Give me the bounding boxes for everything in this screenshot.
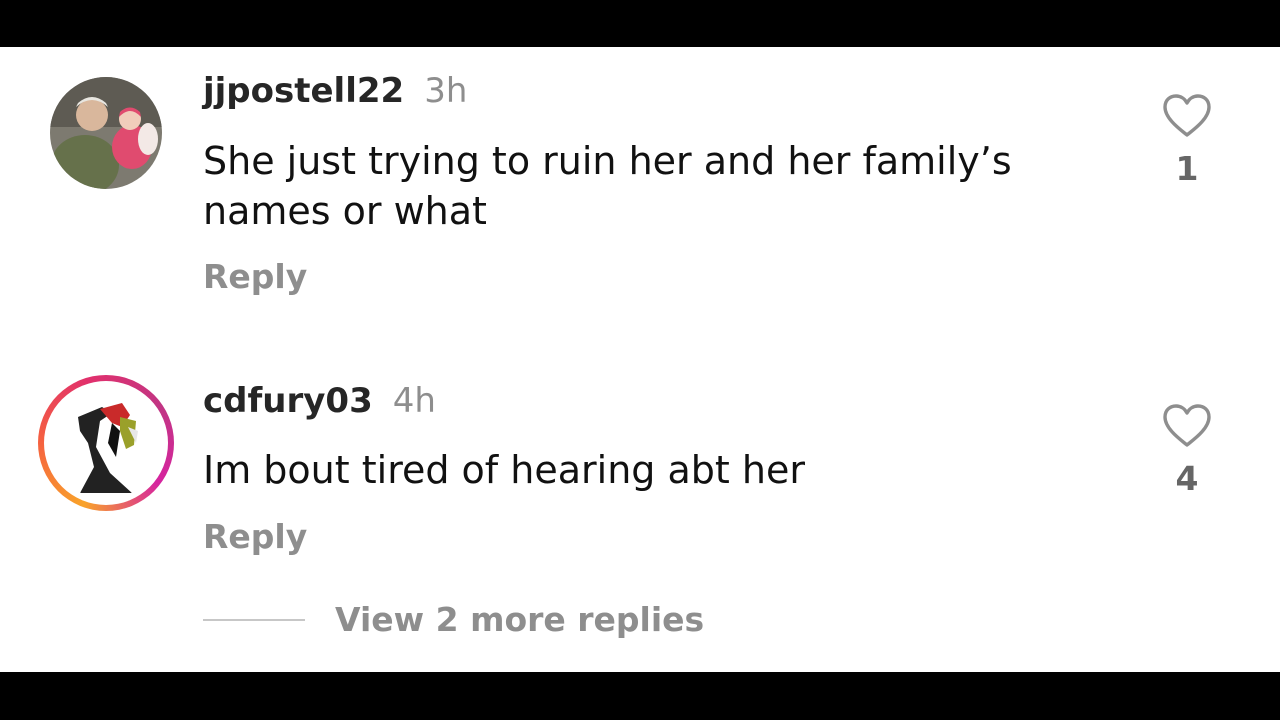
- avatar-border: [44, 381, 168, 505]
- view-more-replies-label[interactable]: View 2 more replies: [335, 600, 704, 639]
- comment-header: cdfury03 4h: [203, 381, 436, 421]
- reply-button[interactable]: Reply: [203, 257, 307, 296]
- avatar-graphic: [50, 387, 162, 499]
- bottom-letterbox-bar: [0, 672, 1280, 720]
- like-control: 4: [1160, 403, 1214, 498]
- story-ring[interactable]: [38, 375, 174, 511]
- comment-text: Im bout tired of hearing abt her: [203, 448, 805, 492]
- divider: [203, 618, 305, 621]
- timestamp: 3h: [424, 71, 468, 111]
- timestamp: 4h: [392, 381, 436, 421]
- avatar[interactable]: [50, 77, 162, 189]
- heart-outline-icon[interactable]: [1161, 93, 1213, 139]
- username[interactable]: jjpostell22: [203, 71, 404, 111]
- like-count: 1: [1175, 149, 1199, 188]
- heart-outline-icon[interactable]: [1161, 403, 1213, 449]
- view-more-replies[interactable]: View 2 more replies: [203, 600, 704, 639]
- comment-header: jjpostell22 3h: [203, 71, 467, 111]
- comments-panel: jjpostell22 3h She just trying to ruin he…: [0, 47, 1280, 672]
- top-letterbox-bar: [0, 0, 1280, 47]
- username[interactable]: cdfury03: [203, 381, 373, 421]
- avatar[interactable]: [50, 387, 162, 499]
- like-control: 1: [1160, 93, 1214, 188]
- avatar-photo: [50, 77, 162, 189]
- like-count: 4: [1175, 459, 1199, 498]
- reply-button[interactable]: Reply: [203, 517, 307, 556]
- comment-text: She just trying to ruin her and her fami…: [203, 139, 1012, 233]
